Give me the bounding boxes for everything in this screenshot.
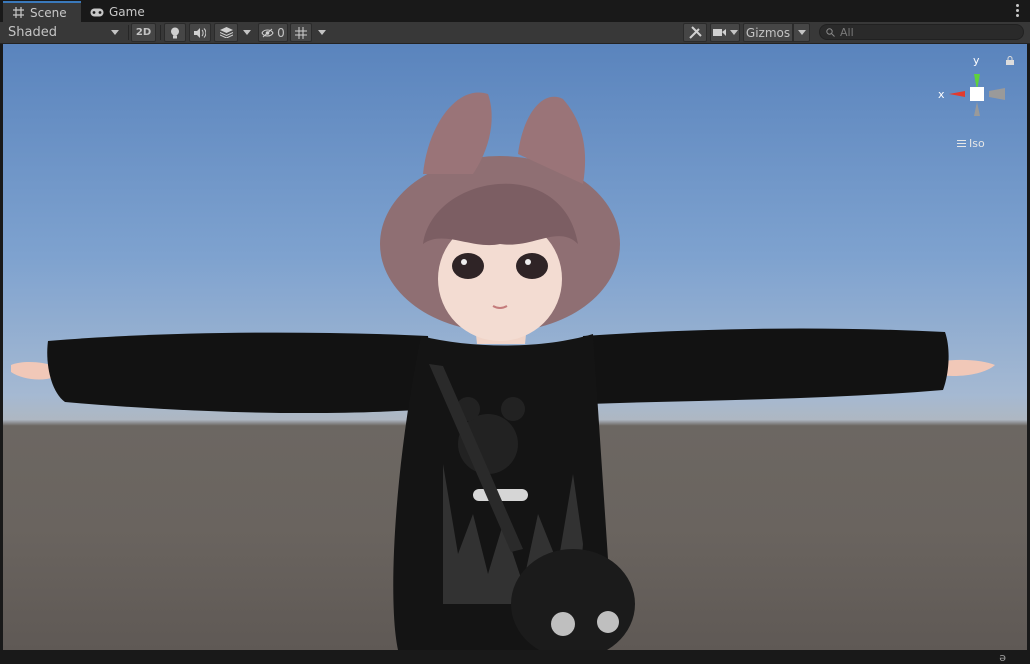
- axis-neg-y-cone: [974, 102, 980, 116]
- chevron-down-icon: [729, 30, 738, 35]
- tab-game-label: Game: [109, 5, 145, 19]
- speaker-icon: [194, 27, 206, 38]
- scene-visibility-button[interactable]: 0: [258, 23, 288, 42]
- shading-mode-label: Shaded: [8, 25, 57, 40]
- projection-toggle[interactable]: Iso: [957, 137, 985, 150]
- camera-icon: [712, 29, 726, 36]
- hierarchy-search-input[interactable]: All: [819, 24, 1024, 40]
- tab-scene-label: Scene: [30, 5, 67, 20]
- effects-dropdown[interactable]: [239, 23, 255, 42]
- axis-x-label: x: [938, 88, 945, 101]
- window-tab-bar: Scene Game: [0, 0, 1030, 22]
- projection-label: Iso: [969, 137, 985, 150]
- grid-snap-icon: [295, 26, 307, 39]
- grid-icon: [11, 7, 25, 19]
- layers-icon: [219, 27, 233, 38]
- audio-toggle-button[interactable]: [189, 23, 211, 42]
- grid-toggle-button[interactable]: [290, 23, 312, 42]
- toolbar-divider: [160, 25, 161, 40]
- chevron-down-icon: [243, 30, 251, 35]
- eye-hidden-icon: [261, 28, 274, 37]
- scene-viewport[interactable]: y x Iso: [3, 44, 1027, 650]
- chevron-down-icon: [797, 30, 806, 35]
- effects-toggle-button[interactable]: [214, 23, 238, 42]
- axis-neg-x-cone: [989, 88, 1005, 100]
- left-sleeve: [47, 332, 434, 414]
- menu-lines-icon: [957, 138, 966, 149]
- bottom-status-bar: ə: [0, 650, 1030, 664]
- toolbar-divider: [128, 25, 129, 40]
- tools-button[interactable]: [683, 23, 707, 42]
- camera-settings-button[interactable]: [710, 23, 740, 42]
- shading-mode-dropdown[interactable]: Shaded: [3, 23, 125, 42]
- tab-game[interactable]: Game: [82, 2, 148, 22]
- gizmos-dropdown[interactable]: [793, 23, 810, 42]
- search-icon: [826, 27, 835, 37]
- search-placeholder: All: [840, 25, 854, 39]
- lighting-toggle-button[interactable]: [164, 23, 186, 42]
- chevron-down-icon: [111, 30, 119, 35]
- tools-icon: [688, 26, 702, 39]
- avatar-model[interactable]: [3, 44, 1027, 650]
- gamepad-icon: [90, 6, 104, 18]
- more-options-icon[interactable]: [1016, 4, 1020, 18]
- anchor-icon: ə: [999, 651, 1006, 664]
- gizmo-center-cube: [970, 87, 984, 101]
- toggle-2d-button[interactable]: 2D: [131, 23, 156, 42]
- orientation-gizmo[interactable]: y x: [933, 54, 1013, 134]
- grid-dropdown[interactable]: [314, 23, 330, 42]
- hidden-count: 0: [277, 25, 285, 40]
- lock-icon[interactable]: [1006, 56, 1014, 65]
- chevron-down-icon: [318, 30, 326, 35]
- axis-x-cone: [949, 91, 965, 97]
- axis-y-label: y: [973, 54, 980, 67]
- right-sleeve: [583, 328, 949, 404]
- lightbulb-icon: [171, 27, 179, 38]
- tab-scene[interactable]: Scene: [3, 1, 81, 22]
- gizmos-button[interactable]: Gizmos: [743, 23, 793, 42]
- scene-toolbar: Shaded 2D 0 Gizmos All: [0, 22, 1030, 44]
